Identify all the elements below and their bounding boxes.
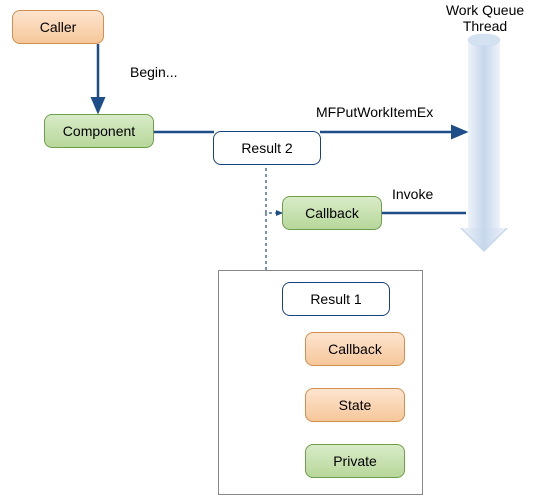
node-private-label: Private (333, 453, 377, 469)
node-result2: Result 2 (213, 131, 321, 165)
work-queue-cylinder (460, 34, 508, 252)
edge-label-begin: Begin... (130, 64, 177, 80)
node-component: Component (44, 114, 154, 148)
node-component-label: Component (63, 123, 135, 139)
node-caller: Caller (12, 10, 104, 44)
thread-label-2: Thread (435, 18, 535, 34)
node-inner-callback-label: Callback (328, 341, 382, 357)
node-callback-label: Callback (305, 205, 359, 221)
node-private: Private (305, 444, 405, 478)
node-callback: Callback (282, 196, 382, 230)
node-result1: Result 1 (282, 282, 390, 316)
node-result1-label: Result 1 (310, 291, 361, 307)
node-result2-label: Result 2 (241, 140, 292, 156)
node-state: State (305, 388, 405, 422)
edge-label-invoke: Invoke (392, 186, 433, 202)
edge-label-put: MFPutWorkItemEx (316, 104, 433, 120)
thread-label-1: Work Queue (435, 2, 535, 18)
node-state-label: State (339, 397, 372, 413)
node-caller-label: Caller (40, 19, 77, 35)
node-inner-callback: Callback (305, 332, 405, 366)
